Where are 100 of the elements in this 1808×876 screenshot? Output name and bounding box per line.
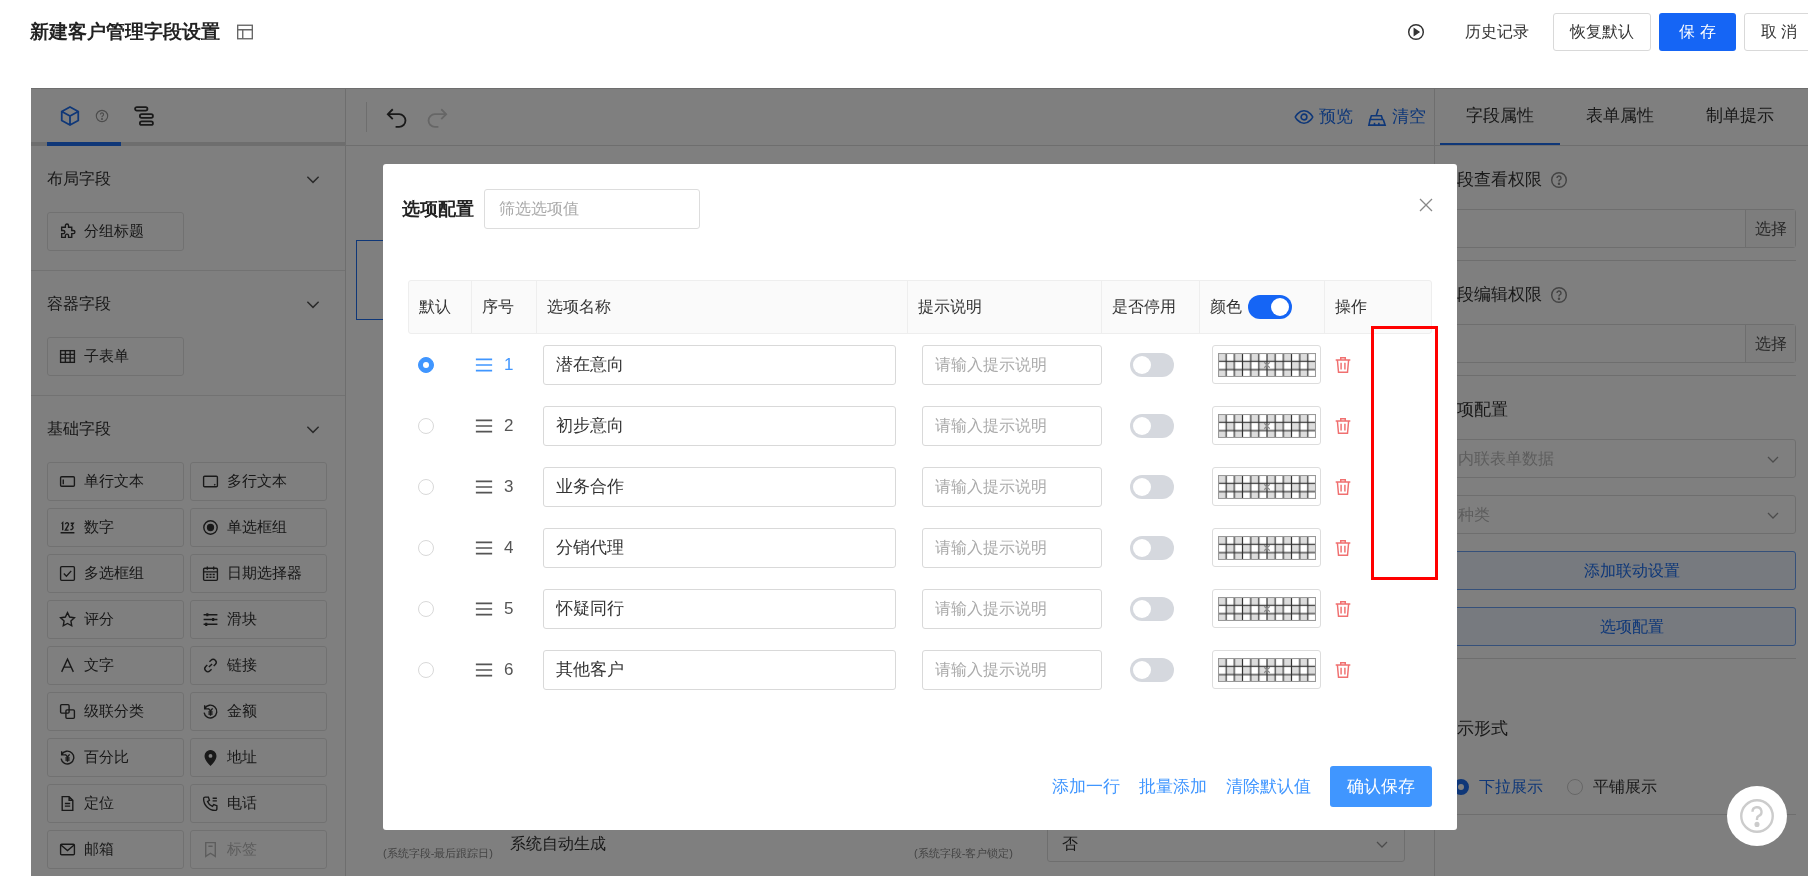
field-type-item[interactable]: 子表单	[47, 337, 184, 376]
disable-toggle[interactable]	[1130, 535, 1174, 560]
option-name-field[interactable]: 其他客户	[543, 649, 896, 690]
action-button[interactable]: 取 消	[1743, 13, 1808, 51]
trash-icon[interactable]	[1334, 538, 1352, 557]
select-button[interactable]: 选择	[1745, 325, 1795, 362]
field-type-item[interactable]: 多行文本	[190, 462, 327, 501]
field-type-item[interactable]: 地址	[190, 738, 327, 777]
disable-toggle[interactable]	[1130, 413, 1174, 438]
hint-field[interactable]: 请输入提示说明	[922, 344, 1102, 385]
currency-icon	[202, 703, 219, 720]
field-type-item[interactable]: 多选框组	[47, 554, 184, 593]
disable-toggle[interactable]	[1130, 352, 1174, 377]
row-number: 6	[504, 658, 514, 681]
save-button[interactable]: 保 存	[1659, 13, 1736, 51]
hint-field[interactable]: 请输入提示说明	[922, 527, 1102, 568]
default-radio[interactable]	[418, 356, 434, 373]
option-name-field[interactable]: 怀疑同行	[543, 588, 896, 629]
disable-toggle[interactable]	[1130, 474, 1174, 499]
field-type-item[interactable]: 分组标题	[47, 212, 184, 251]
confirm-button[interactable]: 确认保存	[1330, 766, 1432, 807]
bookmark-icon	[202, 841, 219, 858]
field-type-item[interactable]: 文字	[47, 646, 184, 685]
trash-icon[interactable]	[1334, 355, 1352, 374]
column-header: 提示说明	[918, 297, 982, 317]
field-type-item[interactable]: 金额	[190, 692, 327, 731]
history-link[interactable]: 历史记录	[1449, 13, 1546, 51]
help-button[interactable]	[1727, 786, 1787, 846]
map-pin-icon	[202, 749, 219, 766]
trash-icon[interactable]	[1334, 416, 1352, 435]
number-icon	[59, 519, 76, 536]
field-type-item[interactable]: 电话	[190, 784, 327, 823]
mail-icon	[59, 841, 76, 858]
column-header: 序号	[482, 297, 514, 317]
percent-icon	[59, 749, 76, 766]
layout-icon[interactable]	[236, 23, 254, 41]
field-type-item[interactable]: 邮箱	[47, 830, 184, 869]
row-number: 3	[504, 475, 514, 498]
clear-button[interactable]: 清空	[1367, 104, 1426, 130]
option-name-field[interactable]: 初步意向	[543, 405, 896, 446]
disable-toggle[interactable]	[1130, 596, 1174, 621]
hint-field[interactable]: 请输入提示说明	[922, 405, 1102, 446]
color-picker[interactable]	[1212, 467, 1321, 506]
play-icon[interactable]	[1407, 23, 1426, 41]
column-header: 选项名称	[547, 297, 611, 317]
option-name-field[interactable]: 业务合作	[543, 466, 896, 507]
color-picker[interactable]	[1212, 345, 1321, 384]
row-number: 4	[504, 536, 514, 559]
color-picker[interactable]	[1212, 406, 1321, 445]
hint-field[interactable]: 请输入提示说明	[922, 649, 1102, 690]
color-picker[interactable]	[1212, 528, 1321, 567]
option-name-field[interactable]: 分销代理	[543, 527, 896, 568]
action-link[interactable]: 添加一行	[1052, 773, 1120, 800]
field-type-item[interactable]: 单选框组	[190, 508, 327, 547]
property-label: 段编辑权限	[1457, 284, 1542, 307]
field-type-item[interactable]: 定位	[47, 784, 184, 823]
transparent-swatch-icon	[1217, 413, 1316, 438]
trash-icon[interactable]	[1334, 599, 1352, 618]
field-type-item[interactable]: 数字	[47, 508, 184, 547]
display-mode-radio[interactable]: 平铺展示	[1567, 775, 1657, 799]
field-type-item[interactable]: 百分比	[47, 738, 184, 777]
transparent-swatch-icon	[1217, 657, 1316, 682]
row-number: 1	[504, 353, 514, 376]
field-type-item[interactable]: 评分	[47, 600, 184, 639]
action-link[interactable]: 批量添加	[1139, 773, 1207, 800]
option-name-field[interactable]: 潜在意向	[543, 344, 896, 385]
trash-icon[interactable]	[1334, 477, 1352, 496]
calendar-icon	[202, 565, 219, 582]
cascade-icon	[59, 703, 76, 720]
properties-tab[interactable]: 字段属性	[1440, 88, 1560, 145]
field-type-item[interactable]: 级联分类	[47, 692, 184, 731]
field-type-item[interactable]: 日期选择器	[190, 554, 327, 593]
color-picker[interactable]	[1212, 589, 1321, 628]
hint-field[interactable]: 请输入提示说明	[922, 466, 1102, 507]
field-type-item[interactable]: 链接	[190, 646, 327, 685]
eye-icon	[1294, 107, 1314, 127]
text-area-icon	[202, 473, 219, 490]
color-picker[interactable]	[1212, 650, 1321, 689]
hint-field[interactable]: 请输入提示说明	[922, 588, 1102, 629]
select-button[interactable]: 选择	[1745, 210, 1795, 247]
action-button[interactable]: 恢复默认	[1553, 13, 1652, 51]
help-icon[interactable]	[1550, 286, 1568, 304]
help-icon[interactable]	[1550, 171, 1568, 189]
help-icon	[1739, 798, 1775, 834]
close-icon[interactable]	[1418, 197, 1434, 213]
section-title: 基础字段	[47, 419, 111, 439]
toggle-switch[interactable]	[1248, 295, 1292, 319]
row-number: 5	[504, 597, 514, 620]
properties-tab[interactable]: 制单提示	[1680, 88, 1800, 145]
preview-button[interactable]: 预览	[1294, 104, 1353, 130]
disable-toggle[interactable]	[1130, 657, 1174, 682]
help-icon[interactable]	[95, 108, 109, 123]
field-type-item[interactable]: 单行文本	[47, 462, 184, 501]
properties-tab[interactable]: 表单属性	[1560, 88, 1680, 145]
document-icon	[59, 795, 76, 812]
field-type-item[interactable]: 滑块	[190, 600, 327, 639]
row-number: 2	[504, 414, 514, 437]
trash-icon[interactable]	[1334, 660, 1352, 679]
filter-field[interactable]: 筛选选项值	[484, 189, 700, 229]
action-link[interactable]: 清除默认值	[1226, 773, 1311, 800]
